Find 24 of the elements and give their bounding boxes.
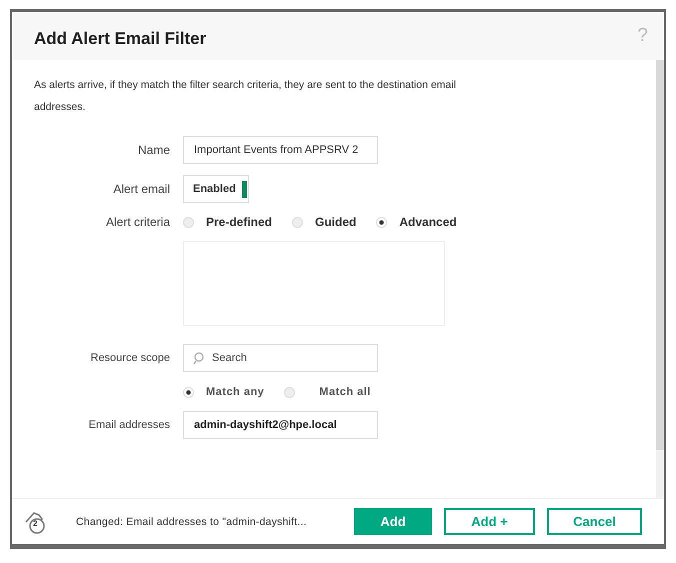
radio-button[interactable] — [183, 386, 194, 398]
field-label: Resource scope — [90, 352, 170, 364]
radio-option[interactable]: Guided — [292, 215, 356, 229]
radio-option[interactable]: Match all — [284, 386, 371, 398]
enabled-toggle[interactable]: Enabled — [183, 175, 249, 203]
description-text: As alerts arrive, if they match the filter search criteria, they are sent to the destination email addresses. — [33, 78, 457, 115]
field-label: Alert criteria — [104, 215, 170, 229]
search-field[interactable]: Search — [183, 344, 378, 372]
name-field[interactable]: Important Events from APPSRV 2 — [183, 136, 378, 164]
radio-button[interactable] — [376, 216, 388, 228]
dialog-title: Add Alert Email Filter — [34, 29, 206, 49]
scrollbar[interactable] — [656, 60, 664, 450]
radio-button[interactable] — [292, 216, 304, 228]
email-field[interactable]: admin-dayshift2@hpe.local — [183, 411, 378, 439]
field-label: Name — [136, 143, 170, 157]
radio-option[interactable]: Match any — [183, 386, 264, 398]
field-label: Alert email — [112, 182, 170, 196]
radio-option[interactable]: Advanced — [376, 215, 457, 229]
radio-option[interactable]: Pre-defined — [183, 215, 272, 229]
radio-button[interactable] — [284, 386, 296, 398]
field-label: Email addresses — [88, 419, 170, 431]
status-text: Changed: Email addresses to "admin-dayshift... — [76, 516, 307, 528]
radio-button[interactable] — [183, 216, 194, 228]
search-icon — [193, 352, 205, 365]
